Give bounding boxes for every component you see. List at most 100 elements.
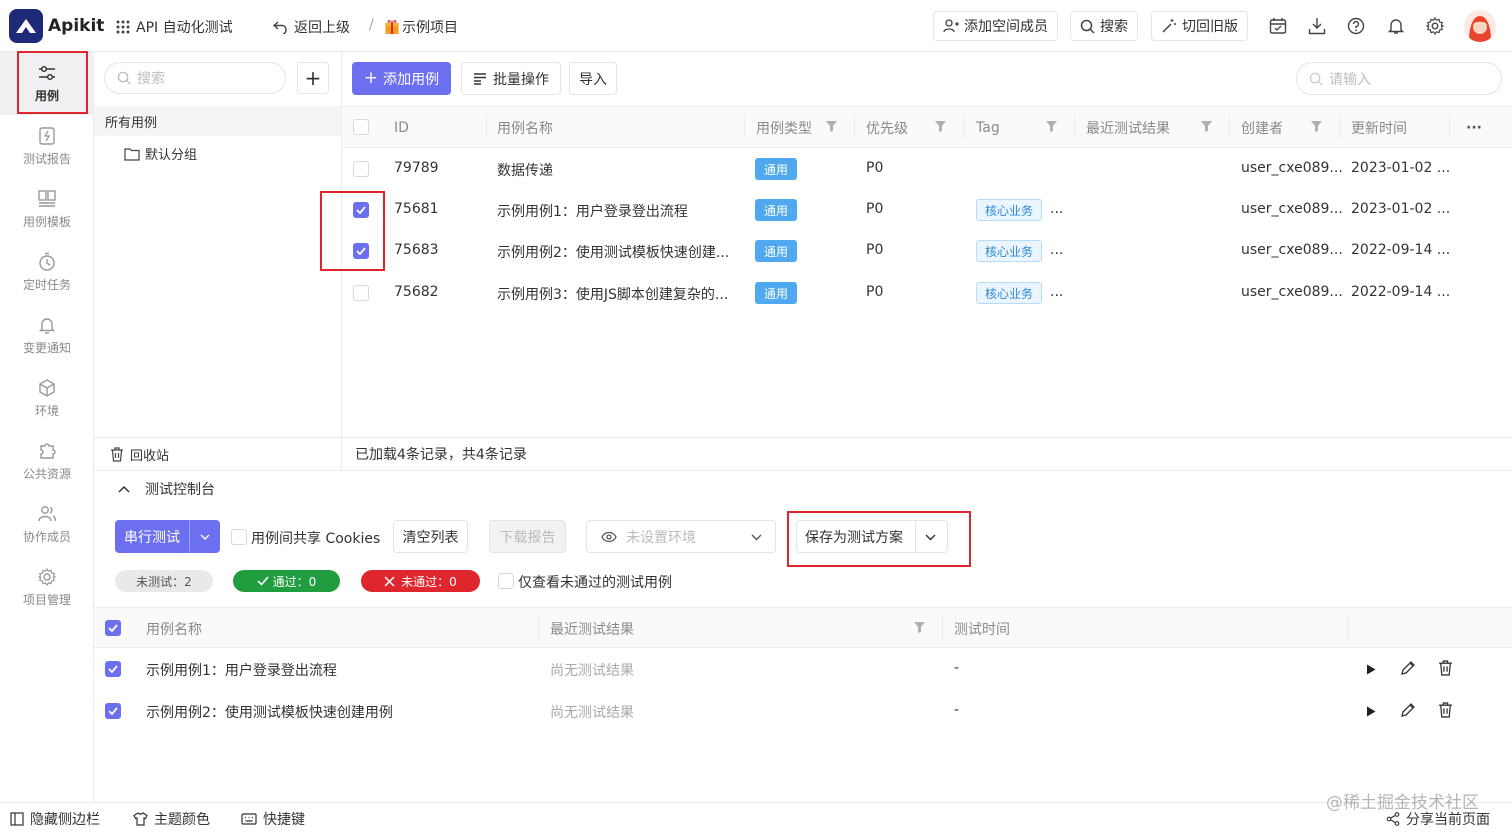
share-cookies-label: 用例间共享 Cookies: [251, 531, 381, 547]
header-priority[interactable]: 优先级: [866, 117, 908, 139]
console-row-checkbox[interactable]: [105, 703, 121, 719]
filter-icon[interactable]: [914, 622, 925, 633]
filter-icon[interactable]: [935, 121, 946, 132]
batch-operation-button[interactable]: 批量操作: [461, 62, 561, 95]
environment-select[interactable]: 未设置环境: [586, 520, 776, 553]
filter-icon[interactable]: [1201, 121, 1212, 132]
console-row-checkbox[interactable]: [105, 661, 121, 677]
batch-label: 批量操作: [493, 71, 549, 88]
hide-sidebar-button[interactable]: 隐藏侧边栏: [10, 809, 100, 829]
help-icon[interactable]: [1346, 16, 1366, 36]
type-badge: 通用: [755, 240, 797, 262]
edit-pencil-icon[interactable]: [1400, 702, 1416, 718]
switch-old-version-button[interactable]: 切回旧版: [1151, 11, 1248, 41]
case-search-input[interactable]: 请输入: [1296, 62, 1502, 95]
add-group-button[interactable]: +: [297, 62, 329, 94]
rail-item-reports[interactable]: 测试报告: [0, 115, 94, 178]
row-priority: P0: [866, 284, 884, 300]
filter-icon[interactable]: [1046, 121, 1057, 132]
theme-color-button[interactable]: 主题颜色: [133, 809, 210, 829]
console-title: 测试控制台: [145, 482, 215, 498]
column-divider: [1229, 115, 1230, 139]
app-logo[interactable]: [9, 9, 43, 43]
console-header-result: 最近测试结果: [550, 622, 634, 638]
console-select-all-checkbox[interactable]: [105, 620, 121, 636]
case-search-placeholder: 请输入: [1329, 71, 1371, 88]
share-cookies-checkbox[interactable]: [231, 529, 247, 545]
untested-count-badge[interactable]: 未测试：2: [115, 570, 213, 592]
rail-item-notify[interactable]: 变更通知: [0, 304, 94, 367]
row-checkbox[interactable]: [353, 285, 369, 301]
share-page-button[interactable]: 分享当前页面: [1386, 809, 1490, 829]
column-settings-button[interactable]: ···: [1466, 117, 1482, 139]
search-button[interactable]: 搜索: [1070, 11, 1138, 41]
passed-count-badge[interactable]: 通过：0: [233, 570, 340, 592]
user-avatar[interactable]: [1464, 10, 1496, 42]
header-name[interactable]: 用例名称: [497, 117, 553, 139]
settings-gear-icon[interactable]: [1425, 16, 1445, 36]
clear-list-button[interactable]: 清空列表: [393, 520, 468, 553]
console-row-name[interactable]: 示例用例2：使用测试模板快速创建用例: [146, 702, 393, 722]
console-row-name[interactable]: 示例用例1：用户登录登出流程: [146, 660, 337, 680]
delete-trash-icon[interactable]: [1438, 702, 1453, 718]
play-icon[interactable]: [1366, 664, 1376, 675]
tree-search-placeholder: 搜索: [137, 71, 165, 87]
edit-pencil-icon[interactable]: [1400, 660, 1416, 676]
breadcrumb-project[interactable]: 示例项目: [384, 17, 458, 37]
row-name[interactable]: 示例用例2：使用测试模板快速创建...: [497, 242, 729, 262]
header-type[interactable]: 用例类型: [756, 117, 812, 139]
run-mode-button[interactable]: 串行测试: [115, 520, 220, 553]
add-member-button[interactable]: 添加空间成员: [933, 11, 1058, 41]
recycle-bin-row[interactable]: 回收站: [94, 437, 341, 470]
tag-more[interactable]: ...: [1050, 242, 1063, 258]
console-header[interactable]: 测试控制台: [118, 479, 215, 499]
chevron-down-icon[interactable]: [200, 534, 210, 540]
import-button[interactable]: 导入: [569, 62, 617, 95]
column-divider: [964, 115, 965, 139]
row-name[interactable]: 示例用例3：使用JS脚本创建复杂的...: [497, 284, 728, 304]
calendar-icon[interactable]: [1268, 16, 1288, 36]
header-last-result[interactable]: 最近测试结果: [1086, 117, 1170, 139]
tag-more[interactable]: ...: [1050, 201, 1063, 217]
workspace-switcher[interactable]: API 自动化测试: [116, 17, 233, 37]
case-tree-panel: 搜索 + 所有用例 默认分组 回收站: [94, 52, 342, 470]
tree-search-input[interactable]: 搜索: [104, 62, 286, 94]
rail-item-public-resources[interactable]: 公共资源: [0, 430, 94, 493]
console-table-header: [94, 607, 1512, 648]
add-case-button[interactable]: + 添加用例: [352, 62, 451, 95]
row-name[interactable]: 示例用例1：用户登录登出流程: [497, 201, 688, 221]
rail-item-project-settings[interactable]: 项目管理: [0, 556, 94, 619]
filter-icon[interactable]: [1311, 121, 1322, 132]
tree-item-default-group[interactable]: 默认分组: [124, 144, 197, 163]
play-icon[interactable]: [1366, 706, 1376, 717]
rail-item-timer[interactable]: 定时任务: [0, 241, 94, 304]
tree-item-all-cases[interactable]: 所有用例: [94, 106, 341, 136]
row-checkbox[interactable]: [353, 161, 369, 177]
env-placeholder: 未设置环境: [626, 529, 696, 546]
delete-trash-icon[interactable]: [1438, 660, 1453, 676]
rail-item-env[interactable]: 环境: [0, 367, 94, 430]
highlight-box-cases: [17, 51, 88, 114]
header-updated[interactable]: 更新时间: [1351, 117, 1407, 139]
tag-badge: 核心业务: [976, 282, 1042, 304]
row-name[interactable]: 数据传递: [497, 160, 553, 180]
rail-label: 变更通知: [22, 341, 71, 355]
notification-bell-icon[interactable]: [1386, 16, 1406, 36]
gift-icon: [385, 20, 399, 34]
rail-item-members[interactable]: 协作成员: [0, 493, 94, 556]
select-all-checkbox[interactable]: [353, 119, 369, 135]
search-icon: [117, 71, 131, 85]
filter-icon[interactable]: [826, 121, 837, 132]
download-icon[interactable]: [1307, 16, 1327, 36]
tag-more[interactable]: ...: [1050, 284, 1063, 300]
only-failed-checkbox[interactable]: [498, 573, 514, 589]
back-link[interactable]: 返回上级: [273, 17, 350, 37]
shortcuts-button[interactable]: 快捷键: [241, 809, 305, 829]
download-report-button[interactable]: 下载报告: [489, 520, 566, 553]
header-creator[interactable]: 创建者: [1241, 117, 1283, 139]
header-id[interactable]: ID: [394, 117, 409, 139]
rail-item-templates[interactable]: 用例模板: [0, 178, 94, 241]
header-tag[interactable]: Tag: [976, 117, 1000, 139]
failed-count-badge[interactable]: 未通过：0: [361, 570, 480, 592]
shortcuts-label: 快捷键: [263, 812, 305, 828]
